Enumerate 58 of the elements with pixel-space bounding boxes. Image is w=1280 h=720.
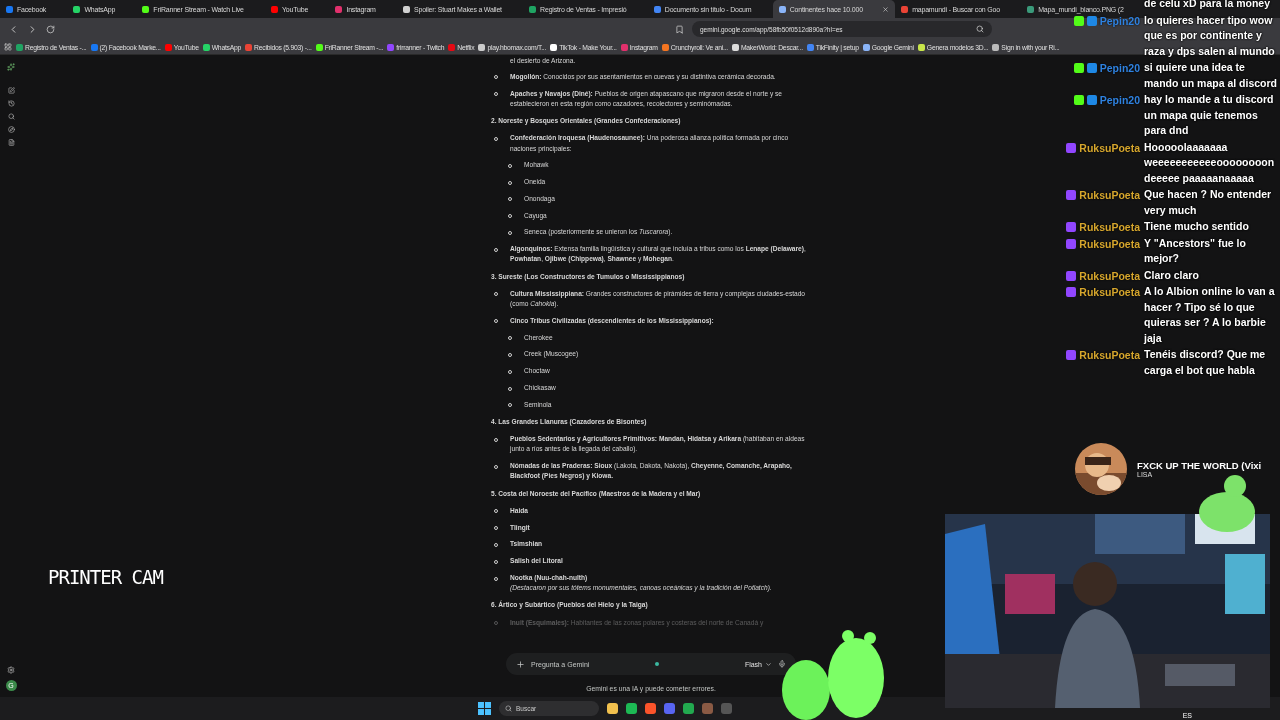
song-title: FXCK UP THE WORLD (Vixi [1137,460,1262,471]
history-icon[interactable] [7,100,15,107]
platform-badge-icon [1066,270,1077,281]
chat-message: A lo Albion online lo van a hacer ? Tipo sé lo que quieras ser ? A lo barbie jaja [1144,284,1276,346]
platform-badge-icon [1066,287,1077,297]
role-badge-icon [1086,15,1097,26]
status-dot-icon [655,662,660,666]
chat-author: RuksuPoeta [1079,349,1140,361]
chat-author: RuksuPoeta [1079,221,1140,233]
chat-author: Pepin20 [1099,94,1140,106]
apps-icon[interactable] [4,43,12,51]
chat-message: Claro claro [1144,267,1200,283]
search-icon[interactable] [976,25,984,33]
chat-author: RuksuPoeta [1079,237,1140,250]
role-badge-icon [1086,63,1097,73]
app-icon[interactable] [702,703,713,714]
edit-icon[interactable] [7,87,15,94]
platform-badge-icon [1066,190,1077,200]
camera-label: PRINTER CAM [48,566,163,588]
close-icon[interactable] [882,5,890,13]
chevron-down-icon [765,660,772,668]
chat-author: Pepin20 [1099,62,1140,74]
compass-icon[interactable] [7,126,15,133]
settings-icon[interactable] [7,666,15,674]
chat-message: Hooooolaaaaaaa weeeeeeeeeeeoooooooon deeeee paaaaanaaaaa [1144,139,1276,186]
chat-app-icon[interactable] [664,703,675,714]
chat-message: Tenéis discord? Que me carga el bot que habla [1144,347,1267,378]
platform-badge-icon [1066,238,1077,249]
chat-message: Y "Ancestors" fue lo mejor? [1144,235,1247,266]
chat-message: hay lo mande a tu discord un mapa quie tenemos para dnd [1144,92,1275,138]
chat-message: de celu xD para la money [1144,0,1272,11]
chat-message: Tiene mucho sentido [1144,219,1250,234]
reload-icon[interactable] [46,24,55,34]
platform-badge-icon [1073,15,1084,26]
browser-icon[interactable] [645,703,656,714]
bookmark-icon[interactable] [675,24,684,34]
chat-author: RuksuPoeta [1079,269,1140,282]
chat-author: RuksuPoeta [1079,189,1140,201]
plus-icon[interactable] [516,659,525,669]
chat-author: RuksuPoeta [1079,286,1140,298]
folder-icon[interactable] [607,703,618,714]
platform-badge-icon [1066,142,1077,153]
app-icon[interactable] [683,703,694,714]
windows-icon[interactable] [478,702,491,715]
platform-badge-icon [1073,95,1084,105]
sparkle-icon[interactable] [7,63,15,71]
microphone-icon[interactable] [778,660,786,668]
platform-badge-icon [1073,63,1084,73]
chat-message: Que hacen ? No entender very much [1144,187,1273,218]
platform-badge-icon [1066,350,1077,360]
search-icon[interactable] [7,113,15,120]
platform-badge-icon [1066,222,1077,232]
chat-author: RuksuPoeta [1079,141,1140,154]
search-icon [505,705,512,712]
app-icon[interactable] [626,703,637,714]
document-icon[interactable] [7,139,15,146]
role-badge-icon [1086,95,1097,105]
chat-author: Pepin20 [1099,14,1140,27]
